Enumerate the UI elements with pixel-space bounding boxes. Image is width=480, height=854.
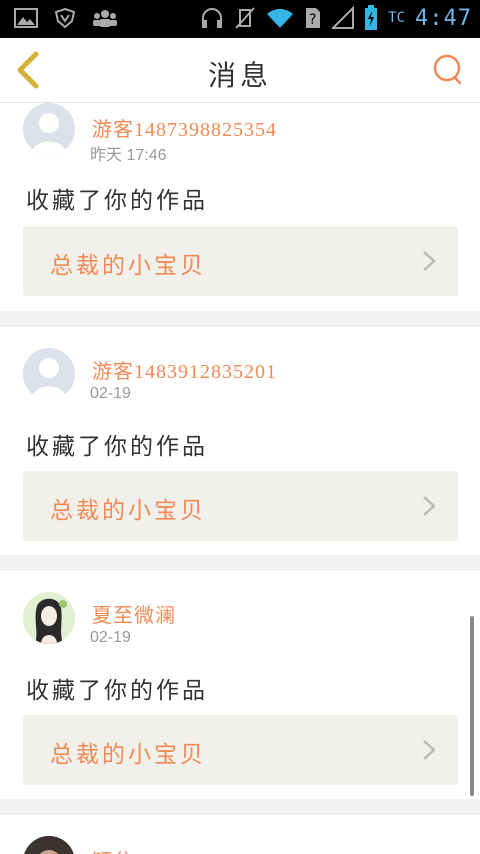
message-card: 游客1487398825354 昨天 17:46 收藏了你的作品 总裁的小宝贝 <box>0 103 480 311</box>
avatar[interactable] <box>23 348 75 400</box>
clock: 4:47 <box>415 5 472 31</box>
work-title: 总裁的小宝贝 <box>50 253 206 279</box>
avatar[interactable] <box>23 103 75 155</box>
avatar[interactable] <box>23 836 75 854</box>
illustrated-girl-avatar-icon <box>23 592 75 644</box>
app-header: 消息 <box>0 38 480 103</box>
photo-avatar-icon <box>23 836 75 854</box>
scrollbar[interactable] <box>470 616 474 796</box>
action-text: 收藏了你的作品 <box>26 188 208 214</box>
work-title: 总裁的小宝贝 <box>50 742 206 768</box>
message-card: 夏至微澜 02-19 收藏了你的作品 总裁的小宝贝 <box>0 571 480 799</box>
timestamp: 02-19 <box>90 629 131 646</box>
username[interactable]: 颖兮 <box>92 845 134 854</box>
action-text: 收藏了你的作品 <box>26 678 208 704</box>
work-title: 总裁的小宝贝 <box>50 498 206 524</box>
username[interactable]: 夏至微澜 <box>92 599 176 628</box>
search-button[interactable] <box>432 52 464 88</box>
mute-icon <box>235 7 255 29</box>
status-bar: ? TC 4:47 <box>0 0 480 38</box>
default-avatar-icon <box>23 103 75 155</box>
image-icon <box>14 8 38 28</box>
work-link[interactable]: 总裁的小宝贝 <box>23 226 458 296</box>
username[interactable]: 游客1487398825354 <box>92 113 277 142</box>
avatar[interactable] <box>23 592 75 644</box>
chevron-right-icon <box>423 251 436 271</box>
svg-text:?: ? <box>309 12 316 28</box>
message-card: 游客1483912835201 02-19 收藏了你的作品 总裁的小宝贝 <box>0 327 480 555</box>
carrier-label: TC <box>388 10 406 26</box>
signal-icon <box>332 6 355 29</box>
message-list[interactable]: 游客1487398825354 昨天 17:46 收藏了你的作品 总裁的小宝贝 … <box>0 103 480 854</box>
search-icon <box>433 54 462 85</box>
users-icon <box>93 10 117 27</box>
action-text: 收藏了你的作品 <box>26 434 208 460</box>
timestamp: 昨天 17:46 <box>90 147 167 164</box>
sim-question-icon: ? <box>306 8 321 28</box>
battery-icon <box>365 5 378 30</box>
chevron-right-icon <box>423 496 436 516</box>
page-title: 消息 <box>207 59 272 92</box>
vpn-shield-icon <box>54 7 76 29</box>
headset-icon <box>202 8 223 28</box>
work-link[interactable]: 总裁的小宝贝 <box>23 471 458 541</box>
username[interactable]: 游客1483912835201 <box>92 355 277 384</box>
default-avatar-icon <box>23 348 75 400</box>
wifi-icon <box>267 8 294 28</box>
chevron-right-icon <box>423 740 436 760</box>
timestamp: 02-19 <box>90 385 131 402</box>
work-link[interactable]: 总裁的小宝贝 <box>23 715 458 785</box>
message-card: 颖兮 <box>0 815 480 854</box>
